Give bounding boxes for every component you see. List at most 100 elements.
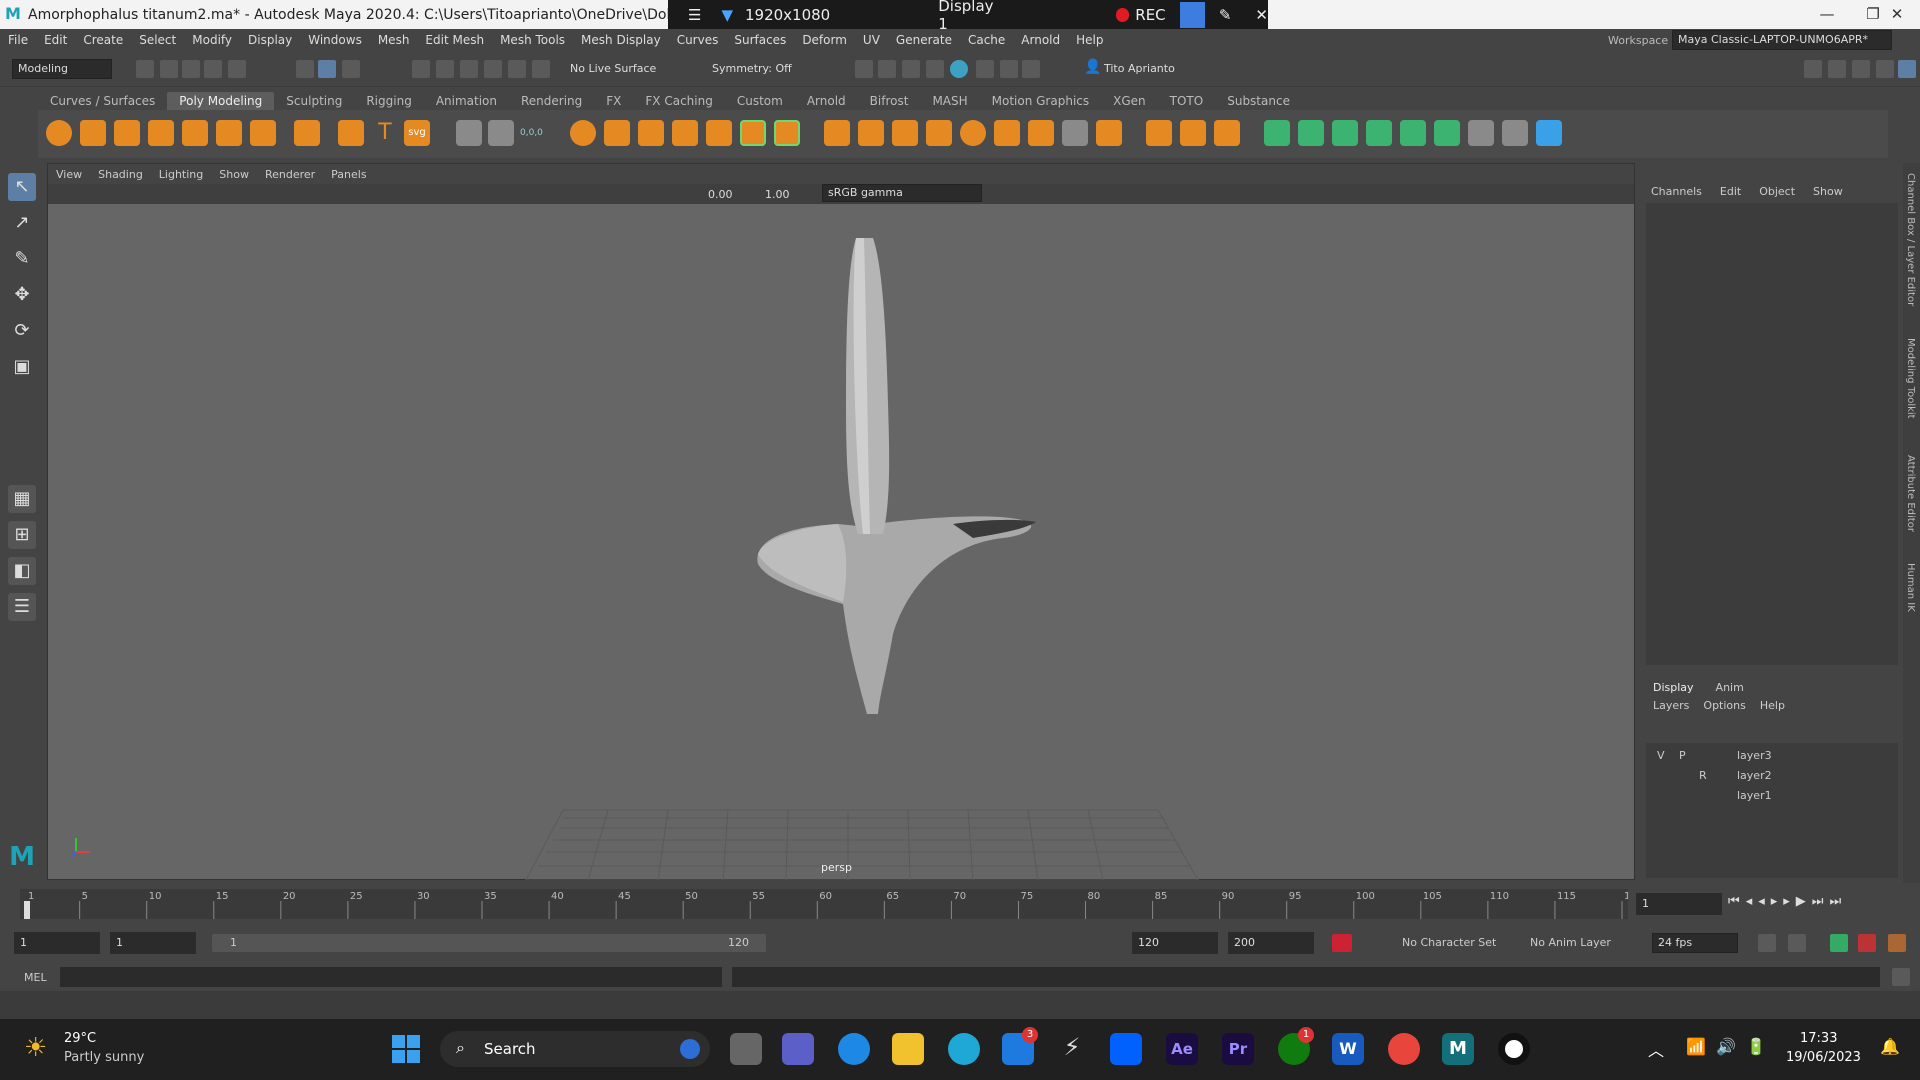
uv-planar-icon[interactable] xyxy=(1264,120,1290,146)
scale-tool-icon[interactable]: ▣ xyxy=(8,353,36,381)
ipr-render-icon[interactable] xyxy=(902,60,920,78)
cb-menu-channels[interactable]: Channels xyxy=(1651,185,1702,198)
uv-automatic-icon[interactable] xyxy=(1366,120,1392,146)
menu-mesh-tools[interactable]: Mesh Tools xyxy=(500,33,565,47)
mel-input[interactable] xyxy=(60,967,722,987)
menu-display[interactable]: Display xyxy=(248,33,292,47)
shelf-tab-toto[interactable]: TOTO xyxy=(1158,92,1216,110)
menu-curves[interactable]: Curves xyxy=(677,33,719,47)
paint-select-tool-icon[interactable]: ✎ xyxy=(8,245,36,273)
tool-settings-toggle-icon[interactable] xyxy=(1852,60,1870,78)
menu-create[interactable]: Create xyxy=(83,33,123,47)
shelf-tab-motion-graphics[interactable]: Motion Graphics xyxy=(980,92,1102,110)
task-view-icon[interactable] xyxy=(730,1033,762,1065)
menu-edit-mesh[interactable]: Edit Mesh xyxy=(425,33,484,47)
playback-end-field[interactable]: 120 xyxy=(1132,932,1218,954)
pin-icon[interactable]: ▼ xyxy=(721,6,733,24)
layer-row[interactable]: V P layer3 xyxy=(1649,747,1901,766)
layer-tab-display[interactable]: Display xyxy=(1653,681,1694,694)
snap-point-icon[interactable] xyxy=(460,60,478,78)
mail-icon[interactable]: 3 xyxy=(1002,1027,1038,1065)
menu-help[interactable]: Help xyxy=(1076,33,1103,47)
menu-edit[interactable]: Edit xyxy=(44,33,67,47)
svg-tool-icon[interactable]: svg xyxy=(404,120,430,146)
rec-button[interactable]: REC xyxy=(1135,6,1165,24)
vp-menu-shading[interactable]: Shading xyxy=(98,168,143,181)
connect-tool-icon[interactable] xyxy=(1062,120,1088,146)
anim-start-field[interactable]: 1 xyxy=(14,932,100,954)
merge-icon[interactable] xyxy=(926,120,952,146)
save-scene-icon[interactable] xyxy=(182,60,200,78)
loop-icon[interactable] xyxy=(1758,934,1776,952)
poly-cube-icon[interactable] xyxy=(80,120,106,146)
poly-disc-icon[interactable] xyxy=(250,120,276,146)
append-polygon-icon[interactable] xyxy=(994,120,1020,146)
render-settings-icon[interactable] xyxy=(926,60,944,78)
side-tab-modeling-toolkit[interactable]: Modeling Toolkit xyxy=(1905,338,1916,419)
poly-cone-icon[interactable] xyxy=(148,120,174,146)
render-view-icon[interactable] xyxy=(855,60,873,78)
poly-sphere-icon[interactable] xyxy=(46,120,72,146)
layer-name[interactable]: layer1 xyxy=(1737,789,1772,802)
layer-menu-layers[interactable]: Layers xyxy=(1653,699,1689,712)
snap-curve-icon[interactable] xyxy=(436,60,454,78)
side-tab-attribute-editor[interactable]: Attribute Editor xyxy=(1905,455,1916,532)
type-tool-icon[interactable]: T xyxy=(372,120,398,146)
select-hierarchy-icon[interactable] xyxy=(296,60,314,78)
retopo-icon[interactable] xyxy=(706,120,732,146)
weather-temp[interactable]: 29°C xyxy=(64,1031,96,1046)
menu-select[interactable]: Select xyxy=(139,33,176,47)
uv-spherical-icon[interactable] xyxy=(1332,120,1358,146)
layer-row[interactable]: layer1 xyxy=(1649,787,1901,806)
layer-playback[interactable]: P xyxy=(1679,749,1686,762)
edge-icon[interactable] xyxy=(948,1033,980,1065)
arnold-render-icon[interactable] xyxy=(976,60,994,78)
time-slider-track[interactable]: 1 5 10 15 20 25 30 35 40 45 50 55 60 65 70 75 80 85 90 95 10… xyxy=(20,889,1643,919)
side-tab-human-ik[interactable]: Human IK xyxy=(1905,563,1916,612)
word-icon[interactable]: W xyxy=(1332,1033,1364,1065)
undo-icon[interactable] xyxy=(204,60,222,78)
remesh-icon[interactable] xyxy=(672,120,698,146)
combine-icon[interactable] xyxy=(570,120,596,146)
shelf-tab-rendering[interactable]: Rendering xyxy=(509,92,594,110)
wifi-icon[interactable]: 📶 xyxy=(1686,1037,1706,1056)
weather-icon[interactable]: ☀ xyxy=(24,1033,47,1063)
workspace-dropdown[interactable]: Maya Classic-LAPTOP-UNMO6APR* xyxy=(1672,30,1892,50)
layer-visibility[interactable]: V xyxy=(1657,749,1665,762)
poly-plane-icon[interactable] xyxy=(216,120,242,146)
menu-cache[interactable]: Cache xyxy=(968,33,1005,47)
super-shape-icon[interactable] xyxy=(338,120,364,146)
bridge-icon[interactable] xyxy=(858,120,884,146)
anim-end-field[interactable]: 200 xyxy=(1228,932,1314,954)
exposure-field[interactable]: 0.00 xyxy=(708,188,733,201)
battery-icon[interactable]: 🔋 xyxy=(1746,1037,1766,1056)
select-tool-icon[interactable]: ↖ xyxy=(8,173,36,201)
search-box[interactable]: ⌕ Search xyxy=(440,1031,710,1067)
character-set-dropdown[interactable]: No Character Set xyxy=(1402,936,1496,949)
insert-edge-loop-icon[interactable] xyxy=(1214,120,1240,146)
move-tool-icon[interactable]: ✥ xyxy=(8,281,36,309)
layer-tab-anim[interactable]: Anim xyxy=(1716,681,1744,694)
layer-menu-help[interactable]: Help xyxy=(1760,699,1785,712)
playback-start-field[interactable]: 1 xyxy=(110,932,196,954)
hypershade-icon[interactable] xyxy=(950,60,968,78)
collapse-icon[interactable] xyxy=(1028,120,1054,146)
pause-render-icon[interactable] xyxy=(1022,60,1040,78)
channel-box-toggle-icon[interactable] xyxy=(1876,60,1894,78)
snap-grid-icon[interactable] xyxy=(412,60,430,78)
cb-menu-object[interactable]: Object xyxy=(1759,185,1795,198)
menu-mesh-display[interactable]: Mesh Display xyxy=(581,33,661,47)
poly-cylinder-icon[interactable] xyxy=(114,120,140,146)
recorder-close-icon[interactable]: ✕ xyxy=(1255,6,1268,24)
file-explorer-icon[interactable] xyxy=(892,1033,924,1065)
weather-desc[interactable]: Partly sunny xyxy=(64,1050,144,1065)
uv-unfold-icon[interactable] xyxy=(1400,120,1426,146)
poly-torus-icon[interactable] xyxy=(182,120,208,146)
modeling-toolkit-toggle-icon[interactable] xyxy=(1804,60,1822,78)
volume-icon[interactable]: 🔊 xyxy=(1716,1037,1736,1056)
multi-cut-icon[interactable] xyxy=(1146,120,1172,146)
vp-menu-view[interactable]: View xyxy=(56,168,82,181)
anim-prefs-icon[interactable] xyxy=(1888,934,1906,952)
dropbox-icon[interactable] xyxy=(1110,1033,1142,1065)
capcut-icon[interactable]: ⚡ xyxy=(1056,1033,1088,1065)
